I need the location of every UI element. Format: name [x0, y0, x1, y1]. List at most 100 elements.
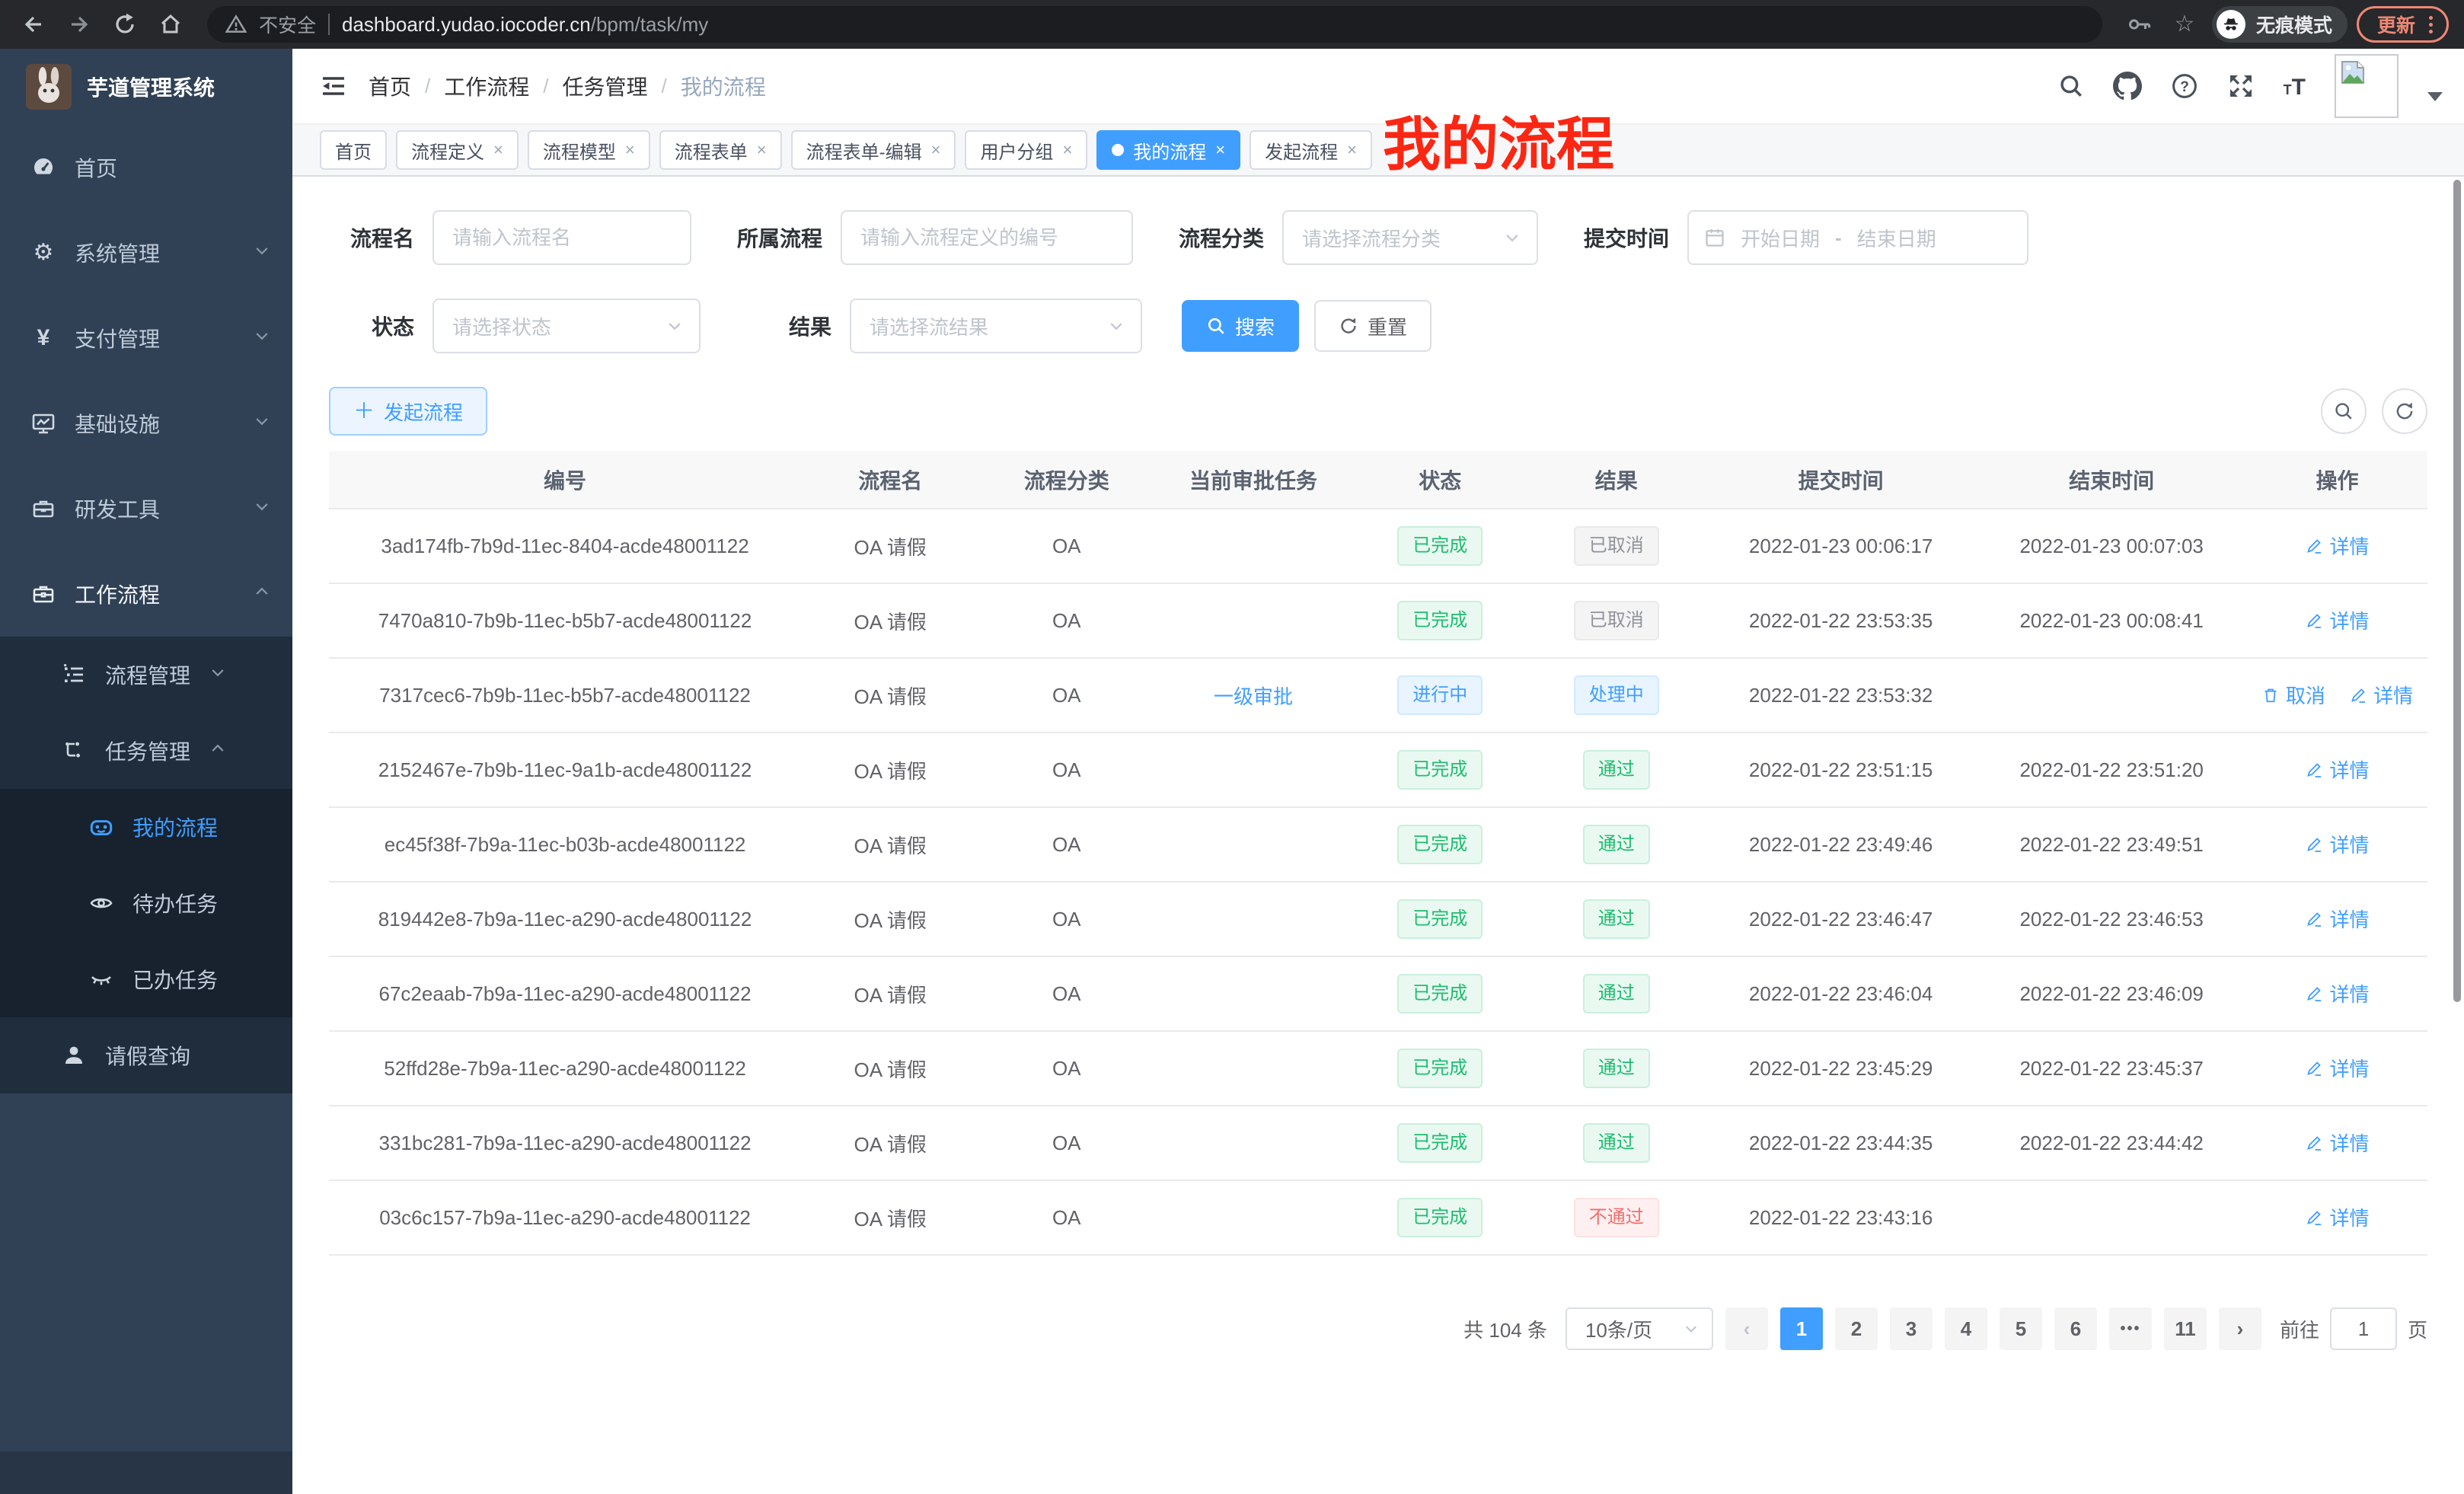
close-icon[interactable]: × — [625, 140, 635, 160]
goto-suffix: 页 — [2408, 1315, 2427, 1343]
security-label[interactable]: 不安全 — [259, 11, 316, 38]
forward-icon[interactable] — [61, 6, 97, 43]
sidebar-item-devtools[interactable]: 研发工具 — [0, 466, 292, 551]
column-header-status: 状态 — [1353, 451, 1527, 509]
tab-user-group[interactable]: 用户分组× — [965, 130, 1087, 170]
cancel-link[interactable]: 取消 — [2261, 681, 2325, 709]
close-icon[interactable]: × — [1215, 140, 1225, 160]
sidebar-item-leave-query[interactable]: 请假查询 — [0, 1017, 292, 1093]
reload-icon[interactable] — [107, 6, 143, 43]
font-size-icon[interactable]: TT — [2284, 74, 2306, 99]
scrollbar-thumb[interactable] — [2453, 180, 2461, 1002]
sidebar-item-infra[interactable]: 基础设施 — [0, 381, 292, 466]
result-badge: 不通过 — [1574, 1198, 1659, 1237]
search-button[interactable]: 搜索 — [1182, 300, 1299, 352]
table-row: 331bc281-7b9a-11ec-a290-acde48001122 OA … — [329, 1106, 2427, 1180]
page-button-11[interactable]: 11 — [2164, 1307, 2207, 1350]
goto-page-input[interactable] — [2330, 1307, 2397, 1350]
process-name-input[interactable] — [432, 210, 691, 265]
breadcrumb-home[interactable]: 首页 — [369, 71, 411, 101]
tab-start-process[interactable]: 发起流程× — [1250, 130, 1372, 170]
tab-process-definition[interactable]: 流程定义× — [396, 130, 519, 170]
user-avatar[interactable] — [2335, 54, 2399, 118]
detail-link[interactable]: 详情 — [2305, 1054, 2369, 1082]
page-button-1[interactable]: 1 — [1780, 1307, 1823, 1350]
tab-process-form-edit[interactable]: 流程表单-编辑× — [791, 130, 956, 170]
result-select[interactable]: 请选择流结果 — [850, 298, 1142, 353]
category-select[interactable]: 请选择流程分类 — [1282, 210, 1538, 265]
fullscreen-icon[interactable] — [2227, 72, 2255, 100]
close-icon[interactable]: × — [931, 140, 941, 160]
detail-link[interactable]: 详情 — [2305, 755, 2369, 784]
sidebar-item-process-mgmt[interactable]: 流程管理 — [0, 637, 292, 713]
back-icon[interactable] — [15, 6, 52, 43]
toggle-search-button[interactable] — [2321, 388, 2367, 434]
detail-link[interactable]: 详情 — [2305, 979, 2369, 1007]
create-process-button[interactable]: ＋ 发起流程 — [329, 387, 487, 436]
page-button-4[interactable]: 4 — [1945, 1307, 1987, 1350]
browser-menu-icon[interactable] — [2429, 16, 2433, 34]
detail-link[interactable]: 详情 — [2349, 681, 2413, 709]
sidebar-item-todo-tasks[interactable]: 待办任务 — [0, 865, 292, 941]
current-task-link[interactable]: 一级审批 — [1214, 682, 1293, 710]
close-icon[interactable]: × — [1347, 140, 1357, 160]
refresh-table-button[interactable] — [2382, 388, 2427, 434]
page-button-2[interactable]: 2 — [1835, 1307, 1878, 1350]
tab-my-process[interactable]: 我的流程× — [1096, 130, 1240, 170]
password-key-icon[interactable] — [2121, 6, 2157, 43]
page-button-6[interactable]: 6 — [2054, 1307, 2097, 1350]
reset-button[interactable]: 重置 — [1314, 300, 1431, 352]
detail-link[interactable]: 详情 — [2305, 905, 2369, 933]
page-size-select[interactable]: 10条/页 — [1566, 1307, 1713, 1350]
prev-page-button[interactable]: ‹ — [1725, 1307, 1768, 1350]
home-icon[interactable] — [152, 6, 189, 43]
bookmark-star-icon[interactable]: ☆ — [2166, 6, 2203, 43]
github-icon[interactable] — [2113, 72, 2142, 101]
sidebar-footer[interactable] — [0, 1451, 292, 1494]
process-definition-input[interactable] — [841, 210, 1133, 265]
detail-link[interactable]: 详情 — [2305, 830, 2369, 858]
tab-process-form[interactable]: 流程表单× — [659, 130, 782, 170]
table-row: ec45f38f-7b9a-11ec-b03b-acde48001122 OA … — [329, 807, 2427, 882]
sidebar-item-done-tasks[interactable]: 已办任务 — [0, 941, 292, 1017]
close-icon[interactable]: × — [493, 140, 503, 160]
search-icon[interactable] — [2058, 73, 2084, 99]
update-button[interactable]: 更新 — [2357, 6, 2449, 43]
tab-process-model[interactable]: 流程模型× — [528, 130, 650, 170]
filter-label-result: 结果 — [740, 311, 831, 341]
avatar-caret-icon[interactable] — [2427, 92, 2443, 101]
page-button-5[interactable]: 5 — [2000, 1307, 2042, 1350]
sidebar-item-payment[interactable]: ¥ 支付管理 — [0, 295, 292, 381]
status-select[interactable]: 请选择状态 — [432, 298, 701, 353]
chevron-down-icon — [1683, 1320, 1700, 1337]
next-page-button[interactable]: › — [2219, 1307, 2261, 1350]
sidebar-item-task-mgmt[interactable]: 任务管理 — [0, 713, 292, 789]
tab-home[interactable]: 首页 — [320, 130, 387, 170]
robot-icon — [88, 814, 114, 840]
help-icon[interactable]: ? — [2171, 72, 2198, 100]
sidebar-fold-icon[interactable] — [320, 72, 347, 100]
sidebar-item-workflow[interactable]: 工作流程 — [0, 551, 292, 637]
status-badge: 已完成 — [1397, 1123, 1483, 1163]
close-icon[interactable]: × — [757, 140, 767, 160]
result-badge: 已取消 — [1574, 526, 1659, 566]
filter-label-status: 状态 — [329, 311, 414, 341]
app-logo[interactable]: 芋道管理系统 — [0, 49, 292, 125]
page-button-3[interactable]: 3 — [1890, 1307, 1933, 1350]
sidebar-item-system[interactable]: ⚙ 系统管理 — [0, 210, 292, 295]
detail-link[interactable]: 详情 — [2305, 606, 2369, 634]
breadcrumb-workflow[interactable]: 工作流程 — [444, 71, 529, 101]
detail-link[interactable]: 详情 — [2305, 1203, 2369, 1231]
address-bar[interactable]: 不安全 dashboard.yudao.iocoder.cn/bpm/task/… — [207, 6, 2102, 43]
column-header-end-time: 结束时间 — [1976, 451, 2247, 509]
sidebar-item-my-process[interactable]: 我的流程 — [0, 789, 292, 865]
date-range-picker[interactable]: 开始日期 - 结束日期 — [1687, 210, 2028, 265]
detail-link[interactable]: 详情 — [2305, 1128, 2369, 1157]
breadcrumb-task-mgmt[interactable]: 任务管理 — [563, 71, 648, 101]
url-text[interactable]: dashboard.yudao.iocoder.cn/bpm/task/my — [342, 13, 708, 37]
sidebar-item-home[interactable]: 首页 — [0, 125, 292, 210]
close-icon[interactable]: × — [1062, 140, 1072, 160]
detail-link[interactable]: 详情 — [2305, 532, 2369, 560]
status-badge: 已完成 — [1397, 974, 1483, 1014]
more-pages-button[interactable]: ••• — [2109, 1307, 2152, 1350]
